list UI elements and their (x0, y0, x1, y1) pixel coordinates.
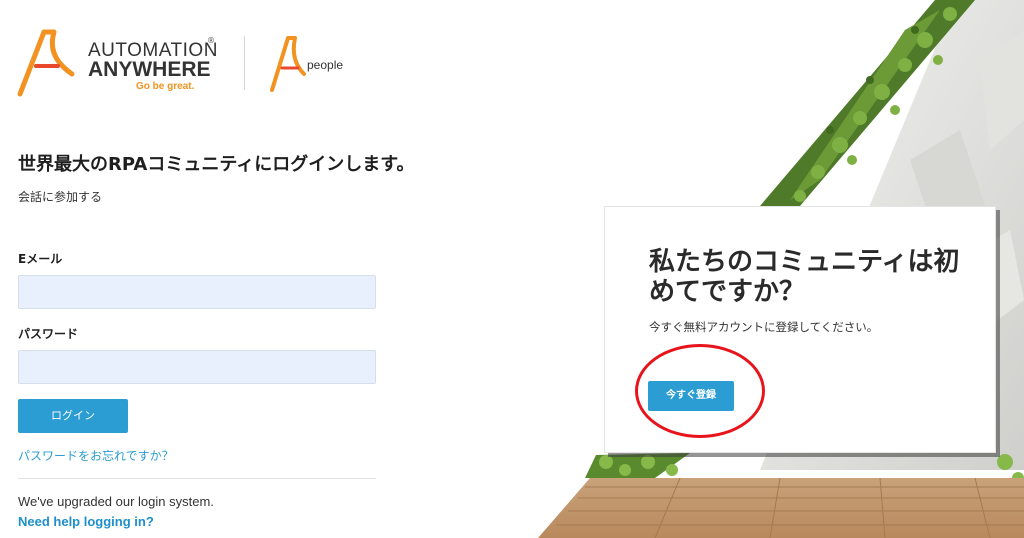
email-label: Eメール (18, 252, 63, 266)
signup-card-text: 今すぐ無料アカウントに登録してください。 (649, 320, 879, 334)
registered-mark: ® (207, 36, 215, 45)
password-label: パスワード (18, 327, 79, 341)
logo-divider (244, 36, 245, 90)
automation-anywhere-logo-icon (17, 29, 75, 97)
people-logo-icon (270, 36, 306, 92)
automation-anywhere-logo[interactable]: AUTOMATION ANYWHERE ® Go be great. (14, 26, 244, 98)
help-login-link[interactable]: Need help logging in? (18, 514, 154, 529)
password-field[interactable] (18, 350, 376, 384)
signup-card-title: 私たちのコミュニティは初めてですか？ (649, 247, 960, 307)
people-logo[interactable]: people (268, 34, 378, 94)
upgrade-note: We've upgraded our login system. (18, 494, 214, 509)
login-button[interactable]: ログイン (18, 399, 128, 433)
brand-line-2: ANYWHERE (88, 58, 211, 81)
page-title: 世界最大のRPAコミュニティにログインします。 (18, 154, 415, 175)
brand-tagline: Go be great. (136, 81, 195, 92)
form-divider (18, 478, 376, 479)
email-field[interactable] (18, 275, 376, 309)
highlight-circle-annotation (635, 344, 765, 438)
forgot-password-link[interactable]: パスワードをお忘れですか？ (18, 447, 174, 464)
people-wordmark: people (307, 58, 344, 72)
page-subtitle: 会話に参加する (18, 190, 103, 204)
